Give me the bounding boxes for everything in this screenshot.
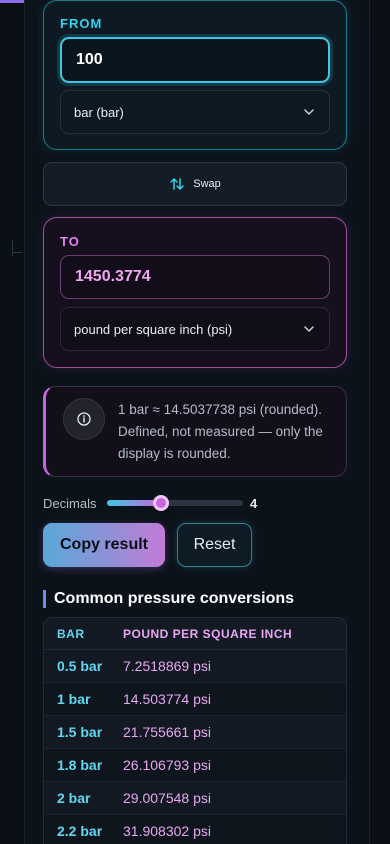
decimals-value: 4 xyxy=(250,496,258,511)
cell-bar: 0.5 bar xyxy=(57,658,103,674)
from-value-input[interactable]: 100 xyxy=(60,37,330,83)
top-accent-bar xyxy=(0,0,24,3)
table-row: 2 bar 29.007548 psi xyxy=(44,782,346,815)
decimals-slider[interactable] xyxy=(107,495,243,511)
conversions-title: Common pressure conversions xyxy=(43,590,294,608)
cell-psi: 7.2518869 psi xyxy=(123,658,211,674)
cell-psi: 29.007548 psi xyxy=(123,790,211,806)
table-row: 1 bar 14.503774 psi xyxy=(44,683,346,716)
swap-button[interactable]: Swap xyxy=(43,162,347,206)
table-row: 1.5 bar 21.755661 psi xyxy=(44,716,346,749)
swap-vertical-arrows-icon xyxy=(170,178,184,190)
cell-psi: 14.503774 psi xyxy=(123,691,211,707)
from-unit-value: bar (bar) xyxy=(74,104,124,120)
from-card: FROM 100 bar (bar) xyxy=(43,0,347,150)
to-unit-select[interactable]: pound per square inch (psi) xyxy=(60,307,330,351)
table-header: BAR POUND PER SQUARE INCH xyxy=(44,618,346,650)
to-card: TO 1450.3774 pound per square inch (psi) xyxy=(43,217,347,368)
cell-bar: 2.2 bar xyxy=(57,823,103,839)
to-unit-value: pound per square inch (psi) xyxy=(74,321,233,337)
to-label: TO xyxy=(60,234,80,249)
from-label: FROM xyxy=(60,16,103,31)
table-row: 0.5 bar 7.2518869 psi xyxy=(44,650,346,683)
cell-bar: 2 bar xyxy=(57,790,91,806)
cell-bar: 1.5 bar xyxy=(57,724,103,740)
column-header-bar: BAR xyxy=(57,626,85,641)
info-note: 1 bar ≈ 14.5037738 psi (rounded). Define… xyxy=(43,386,347,477)
table-row: 2.2 bar 31.908302 psi xyxy=(44,815,346,844)
cell-bar: 1.8 bar xyxy=(57,757,103,773)
conversions-table: BAR POUND PER SQUARE INCH 0.5 bar 7.2518… xyxy=(43,617,347,844)
to-value-output[interactable]: 1450.3774 xyxy=(60,255,330,299)
chevron-down-icon xyxy=(304,326,314,332)
copy-result-button[interactable]: Copy result xyxy=(43,523,165,567)
from-unit-select[interactable]: bar (bar) xyxy=(60,90,330,134)
info-circle-icon xyxy=(63,398,105,440)
column-header-psi: POUND PER SQUARE INCH xyxy=(123,626,293,641)
cell-psi: 31.908302 psi xyxy=(123,823,211,839)
reset-button[interactable]: Reset xyxy=(177,523,252,567)
cell-psi: 26.106793 psi xyxy=(123,757,211,773)
cell-bar: 1 bar xyxy=(57,691,91,707)
left-edge-marker xyxy=(12,240,22,256)
decimals-label: Decimals xyxy=(43,496,97,511)
cell-psi: 21.755661 psi xyxy=(123,724,211,740)
table-row: 1.8 bar 26.106793 psi xyxy=(44,749,346,782)
swap-label: Swap xyxy=(193,178,221,190)
info-text: 1 bar ≈ 14.5037738 psi (rounded). Define… xyxy=(118,402,323,461)
chevron-down-icon xyxy=(304,109,314,115)
